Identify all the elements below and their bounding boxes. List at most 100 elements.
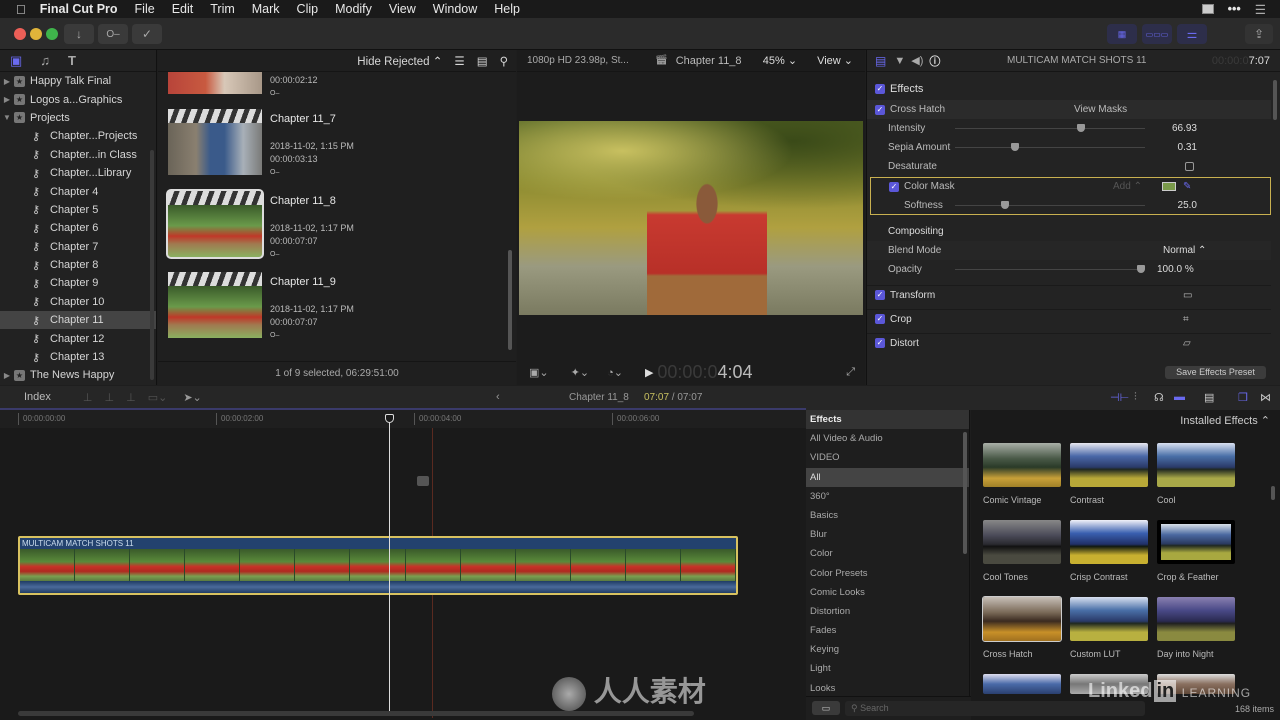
effects-category-header[interactable]: Effects (806, 410, 969, 430)
background-tasks-button[interactable]: ✓ (132, 24, 162, 44)
minimize-window-button[interactable] (30, 28, 42, 40)
browser-scrollbar[interactable] (508, 250, 512, 350)
filmstrip-view-icon[interactable]: ▤ (477, 54, 488, 68)
audio-lanes-icon[interactable]: ⫶ (1134, 391, 1137, 404)
sidebar-keyword-collection[interactable]: ⚷ Chapter...Projects (0, 127, 156, 145)
keyword-editor-button[interactable]: O– (98, 24, 128, 44)
inspector-toggle-button[interactable]: ⚌ (1177, 24, 1207, 44)
crop-onscreen-icon[interactable]: ⌗ (1183, 314, 1189, 325)
clip-appearance-icon[interactable]: ▤ (1204, 391, 1214, 404)
effects-category[interactable]: All (806, 467, 969, 487)
menu-edit[interactable]: Edit (172, 2, 194, 16)
sidebar-event[interactable]: ▶ ★ Happy Talk Final (0, 72, 156, 90)
effects-category[interactable]: Color Presets (806, 564, 969, 583)
audio-skimming-icon[interactable]: ⊣⊢ (1110, 391, 1129, 404)
effect-item[interactable]: Crisp Contrast (1070, 520, 1148, 582)
search-icon[interactable]: ⚲ (500, 54, 508, 68)
toggle-sidebar-button[interactable]: ▭ (812, 701, 840, 715)
headphones-icon[interactable]: ☊ (1154, 391, 1164, 404)
opacity-value[interactable]: 100.0 % (1157, 264, 1207, 275)
sidebar-keyword-collection[interactable]: ⚷ Chapter 4 (0, 182, 156, 200)
menu-trim[interactable]: Trim (210, 2, 235, 16)
effect-item[interactable]: Comic Vintage (983, 443, 1061, 505)
photos-audio-icon[interactable]: ♫ (40, 53, 50, 68)
enhance-icon[interactable]: ✦⌄ (571, 366, 589, 379)
effect-item[interactable]: Cross Hatch (982, 596, 1062, 659)
color-swatch[interactable] (1162, 182, 1176, 191)
desaturate-checkbox[interactable] (1185, 162, 1194, 171)
connect-clip-icon[interactable]: ⊥ (83, 391, 93, 404)
clip-item[interactable] (168, 272, 262, 338)
softness-slider[interactable] (955, 201, 1145, 209)
installed-effects-popup[interactable]: Installed Effects ⌃ (1180, 415, 1270, 427)
share-button[interactable]: ⇪ (1245, 24, 1273, 44)
transform-checkbox[interactable]: ✓ (875, 290, 885, 300)
sidebar-keyword-collection[interactable]: ⚷ Chapter 11 (0, 311, 156, 330)
transform-onscreen-icon[interactable]: ▭ (1183, 290, 1192, 301)
index-button[interactable]: Index (24, 391, 51, 403)
effects-browser-icon[interactable]: ❐ (1238, 391, 1248, 404)
disclosure-expanded-icon[interactable]: ▼ (0, 113, 14, 122)
timeline-toggle-button[interactable]: ▭▭▭ (1142, 24, 1172, 44)
sidebar-keyword-collection[interactable]: ⚷ Chapter 8 (0, 256, 156, 274)
zoom-window-button[interactable] (46, 28, 58, 40)
zoom-popup[interactable]: 45% ⌄ (763, 54, 797, 67)
sidebar-keyword-collection[interactable]: ⚷ Chapter 13 (0, 348, 156, 366)
effects-category[interactable]: Blur (806, 525, 969, 544)
eyedropper-icon[interactable]: ✎ (1183, 181, 1191, 192)
slider-knob[interactable] (1011, 143, 1020, 151)
effect-item[interactable]: Crop & Feather (1157, 520, 1235, 582)
color-mask-checkbox[interactable]: ✓ (889, 181, 899, 192)
inspector-scrollbar[interactable] (1273, 80, 1277, 120)
disclosure-collapsed-icon[interactable]: ▶ (0, 95, 14, 104)
menu-app-name[interactable]: Final Cut Pro (40, 2, 118, 16)
blend-mode-popup[interactable]: Normal ⌃ (1163, 245, 1206, 256)
effect-item[interactable]: Contrast (1070, 443, 1148, 505)
clip-item[interactable] (168, 109, 262, 175)
opacity-slider[interactable] (955, 265, 1145, 273)
history-back-icon[interactable]: ‹ (496, 391, 500, 403)
sepia-slider[interactable] (955, 143, 1145, 151)
retime-icon[interactable]: ◔⌄ (607, 366, 623, 379)
audio-inspector-icon[interactable]: ◀︎) (911, 54, 923, 67)
sidebar-keyword-collection[interactable]: ⚷ Chapter 12 (0, 329, 156, 347)
effects-checkbox[interactable]: ✓ (875, 83, 885, 94)
timeline-ruler[interactable]: 00:00:00:00 00:00:02:00 00:00:04:00 00:0… (0, 410, 806, 428)
sidebar-keyword-collection[interactable]: ⚷ Chapter 9 (0, 274, 156, 292)
slider-knob[interactable] (1137, 265, 1145, 273)
sidebar-keyword-collection[interactable]: ⚷ Chapter...in Class (0, 146, 156, 164)
categories-scrollbar[interactable] (963, 432, 967, 554)
sidebar-event[interactable]: ▶ ★ Logos a...Graphics (0, 90, 156, 108)
effects-grid-scrollbar[interactable] (1271, 486, 1275, 500)
menu-mark[interactable]: Mark (252, 2, 280, 16)
sidebar-keyword-collection[interactable]: ⚷ Chapter 6 (0, 219, 156, 237)
effects-category[interactable]: Distortion (806, 602, 969, 621)
browser-toggle-button[interactable]: ▦ (1107, 24, 1137, 44)
effects-category[interactable]: 360° (806, 487, 969, 506)
menu-window[interactable]: Window (433, 2, 477, 16)
effects-category[interactable]: Comic Looks (806, 583, 969, 602)
view-popup[interactable]: View ⌄ (817, 54, 853, 67)
sidebar-keyword-collection[interactable]: ⚷ Chapter 10 (0, 293, 156, 311)
import-button[interactable]: ↓ (64, 24, 94, 44)
effects-category[interactable]: All Video & Audio (806, 429, 969, 448)
timecode-display[interactable]: 00:00:04:04 (657, 362, 752, 383)
video-frame[interactable] (519, 121, 863, 315)
fullscreen-icon[interactable]: ⤢ (846, 366, 855, 379)
clip-appearance-icon[interactable]: ☰ (454, 54, 464, 68)
sepia-value[interactable]: 0.31 (1147, 142, 1197, 153)
menu-clip[interactable]: Clip (297, 2, 319, 16)
timeline-clip[interactable]: MULTICAM MATCH SHOTS 11 (18, 536, 738, 595)
distort-onscreen-icon[interactable]: ▱ (1183, 338, 1191, 349)
append-clip-icon[interactable]: ⊥ (126, 391, 136, 404)
crop-checkbox[interactable]: ✓ (875, 314, 885, 324)
overwrite-clip-icon[interactable]: ▭⌄ (148, 391, 168, 404)
close-window-button[interactable] (14, 28, 26, 40)
effects-category[interactable]: Basics (806, 506, 969, 525)
intensity-value[interactable]: 66.93 (1147, 123, 1197, 134)
mask-mode-popup[interactable]: Add ⌃ (1113, 181, 1142, 192)
transform-tools-icon[interactable]: ▣⌄ (529, 366, 549, 379)
insert-clip-icon[interactable]: ⊥ (105, 391, 115, 404)
sidebar-keyword-collection[interactable]: ⚷ Chapter 5 (0, 201, 156, 219)
more-icon[interactable]: ••• (1228, 2, 1241, 16)
